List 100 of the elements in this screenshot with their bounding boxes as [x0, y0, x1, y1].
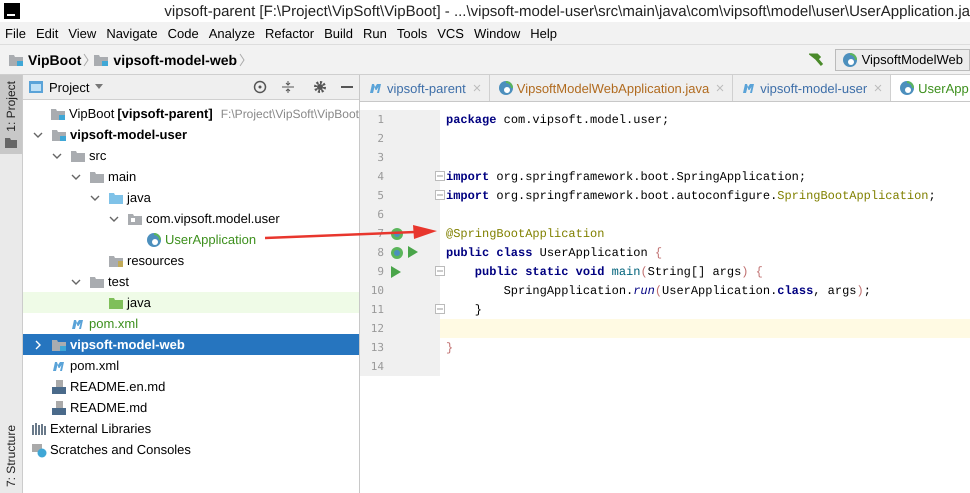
panel-title[interactable]: Project [49, 80, 90, 94]
menu-item[interactable]: View [63, 26, 102, 40]
chevron-right-icon[interactable] [33, 340, 43, 350]
tree-label: main [108, 169, 136, 184]
package-folder-icon [127, 212, 143, 226]
run-icon[interactable] [407, 246, 419, 258]
fold-marker-icon[interactable] [435, 304, 445, 314]
tree-row[interactable]: vipsoft-model-user [23, 124, 359, 145]
code-line: } [446, 340, 454, 354]
spring-class-icon [842, 52, 858, 68]
module-folder-icon [51, 338, 67, 352]
module-folder-icon [93, 52, 110, 66]
fold-marker-icon[interactable] [435, 171, 445, 181]
code-line: import org.springframework.boot.SpringApplication; [446, 170, 806, 184]
chevron-down-icon[interactable] [33, 130, 43, 140]
code-line: @SpringBootApplication [446, 226, 604, 240]
folder-icon [70, 148, 86, 162]
maven-m-icon [70, 318, 86, 330]
tree-label[interactable]: External Libraries [50, 421, 152, 436]
caret-down-icon[interactable] [95, 84, 104, 90]
code-line: package com.vipsoft.model.user; [446, 112, 670, 126]
line-number: 9 [376, 265, 384, 278]
locate-icon[interactable] [253, 80, 267, 94]
tree-row[interactable]: java [23, 292, 359, 313]
tree-row[interactable]: pom.xml [23, 313, 359, 334]
breadcrumb[interactable]: vipsoft-model-web [113, 52, 238, 68]
menu-item[interactable]: Edit [30, 26, 64, 40]
tree-row[interactable]: VipBoot [vipsoft-parent] F:\Project\VipSoft\VipBoot [23, 103, 359, 124]
chevron-down-icon[interactable] [71, 172, 81, 182]
tree-row[interactable]: com.vipsoft.model.user [23, 208, 359, 229]
chevron-down-icon[interactable] [90, 192, 100, 202]
markdown-file-icon [51, 378, 67, 394]
run-config-dropdown[interactable]: VipsoftModelWeb [834, 48, 970, 70]
module-folder-icon [8, 52, 24, 66]
tree-label[interactable]: Scratches and Consoles [50, 442, 191, 457]
spring-bean-icon[interactable] [390, 226, 404, 240]
folder-icon [5, 138, 17, 148]
line-number: 10 [370, 284, 384, 297]
tree-label: java [127, 190, 151, 205]
menu-item[interactable]: Code [162, 26, 204, 40]
tree-row[interactable]: resources [23, 250, 359, 271]
code-line: public class UserApplication { [446, 246, 662, 260]
line-number: 11 [370, 303, 384, 316]
menu-item[interactable]: VCS [432, 26, 469, 40]
editor-tab[interactable]: UserApp [891, 75, 970, 101]
line-number: 8 [376, 246, 384, 259]
collapse-icon[interactable] [281, 80, 295, 94]
menu-item[interactable]: Tools [392, 26, 432, 40]
tree-row[interactable]: main [23, 166, 359, 187]
tree-label: UserApplication [165, 232, 256, 247]
spring-class-icon [899, 80, 916, 96]
tree-row[interactable]: pom.xml [23, 355, 359, 376]
code-line: public static void main(String[] args) { [474, 264, 763, 278]
module-folder-icon [50, 106, 66, 120]
menu-item[interactable]: Analyze [204, 26, 260, 40]
menu-item[interactable]: File [0, 26, 31, 40]
hammer-icon[interactable] [808, 52, 825, 68]
tree-row[interactable]: README.md [23, 397, 359, 418]
app-logo-icon [4, 3, 20, 19]
chevron-down-icon[interactable] [52, 150, 62, 160]
menu-item[interactable]: Window [468, 26, 526, 40]
line-number: 13 [370, 341, 384, 354]
menu-item[interactable]: Refactor [260, 26, 320, 40]
scratches-icon [31, 442, 47, 458]
window-title: vipsoft-parent [F:\Project\VipSoft\VipBoot] - ...\vipsoft-model-user\src\main\java\com\vipsoft\model\user\UserApplication.ja [163, 2, 970, 20]
run-icon[interactable] [390, 266, 402, 278]
spring-class-icon [498, 80, 514, 96]
maven-m-icon [368, 82, 384, 94]
spring-bean-icon[interactable] [390, 246, 404, 260]
resources-folder-icon [108, 254, 124, 268]
libraries-icon [31, 422, 47, 436]
settings-icon[interactable] [313, 80, 327, 94]
tree-path: F:\Project\VipSoft\VipBoot [220, 106, 359, 120]
chevron-down-icon[interactable] [109, 214, 119, 224]
chevron-down-icon[interactable] [71, 276, 81, 286]
fold-marker-icon[interactable] [435, 266, 445, 276]
line-number: 3 [376, 151, 384, 164]
folder-icon [89, 170, 105, 184]
tree-row[interactable]: test [23, 271, 359, 292]
tree-row[interactable]: UserApplication [23, 229, 359, 250]
menu-item[interactable]: Navigate [101, 26, 163, 40]
chevron-right-icon [83, 52, 90, 66]
menu-item[interactable]: Run [358, 26, 392, 40]
tree-label-bold: [vipsoft-parent] [117, 106, 213, 121]
breadcrumb[interactable]: VipBoot [28, 52, 82, 68]
tree-row[interactable]: README.en.md [23, 376, 359, 397]
line-number: 4 [376, 170, 384, 183]
menu-item[interactable]: Build [319, 26, 358, 40]
tree-row[interactable]: vipsoft-model-web [23, 334, 359, 355]
tree-row[interactable]: java [23, 187, 359, 208]
fold-marker-icon[interactable] [435, 190, 445, 200]
tree-label: README.md [70, 400, 148, 415]
folder-icon [89, 274, 105, 288]
line-number: 2 [376, 132, 384, 145]
tree-label: README.en.md [70, 379, 166, 394]
maven-m-icon [51, 360, 67, 372]
structure-tool-tab[interactable]: 7: Structure [4, 424, 18, 487]
tree-row[interactable]: src [23, 145, 359, 166]
code-line: SpringApplication.run(UserApplication.class, args); [502, 284, 871, 298]
menu-item[interactable]: Help [525, 26, 562, 40]
